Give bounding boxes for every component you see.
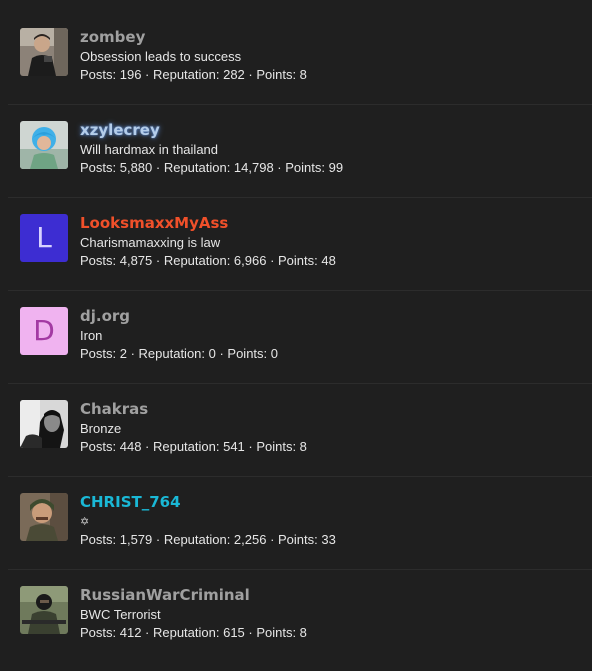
divider <box>8 104 592 105</box>
username-link[interactable]: zombey <box>80 28 307 47</box>
username-link[interactable]: dj.org <box>80 307 278 326</box>
member-row: CHRIST_764 ✡ Posts: 1,579 · Reputation: … <box>8 493 592 586</box>
avatar[interactable] <box>20 121 68 169</box>
user-title: Obsession leads to success <box>80 49 242 64</box>
avatar[interactable] <box>20 400 68 448</box>
username-link[interactable]: Chakras <box>80 400 307 419</box>
member-info: LooksmaxxMyAss Charismamaxxing is law Po… <box>80 214 336 270</box>
user-title: ✡ <box>80 516 90 528</box>
member-row: xzylecrey Will hardmax in thailand Posts… <box>8 121 592 214</box>
username-link[interactable]: xzylecrey <box>80 121 343 140</box>
member-list: zombey Obsession leads to success Posts:… <box>0 0 592 671</box>
user-stats: Posts: 1,579 · Reputation: 2,256 · Point… <box>80 532 336 547</box>
divider <box>8 569 592 570</box>
username-link[interactable]: LooksmaxxMyAss <box>80 214 336 233</box>
username-link[interactable]: CHRIST_764 <box>80 493 336 512</box>
avatar[interactable] <box>20 493 68 541</box>
avatar-letter: L <box>36 221 52 254</box>
avatar-letter: D <box>33 314 55 347</box>
avatar[interactable] <box>20 586 68 634</box>
user-stats: Posts: 2 · Reputation: 0 · Points: 0 <box>80 346 278 361</box>
divider <box>8 383 592 384</box>
member-row: D dj.org Iron Posts: 2 · Reputation: 0 ·… <box>8 307 592 400</box>
divider <box>8 476 592 477</box>
member-row: RussianWarCriminal BWC Terrorist Posts: … <box>8 586 592 671</box>
member-info: CHRIST_764 ✡ Posts: 1,579 · Reputation: … <box>80 493 336 549</box>
member-row: Chakras Bronze Posts: 448 · Reputation: … <box>8 400 592 493</box>
user-title: Iron <box>80 328 103 343</box>
user-stats: Posts: 412 · Reputation: 615 · Points: 8 <box>80 625 307 640</box>
divider <box>8 290 592 291</box>
avatar[interactable] <box>20 28 68 76</box>
user-title: Will hardmax in thailand <box>80 142 219 157</box>
avatar[interactable]: D <box>20 307 68 355</box>
user-title: Bronze <box>80 421 122 436</box>
member-info: Chakras Bronze Posts: 448 · Reputation: … <box>80 400 307 456</box>
user-title: BWC Terrorist <box>80 607 161 622</box>
member-info: xzylecrey Will hardmax in thailand Posts… <box>80 121 343 177</box>
username-link[interactable]: RussianWarCriminal <box>80 586 307 605</box>
member-info: zombey Obsession leads to success Posts:… <box>80 28 307 84</box>
user-stats: Posts: 196 · Reputation: 282 · Points: 8 <box>80 67 307 82</box>
member-row: zombey Obsession leads to success Posts:… <box>8 28 592 121</box>
user-stats: Posts: 448 · Reputation: 541 · Points: 8 <box>80 439 307 454</box>
member-info: RussianWarCriminal BWC Terrorist Posts: … <box>80 586 307 642</box>
divider <box>8 197 592 198</box>
user-stats: Posts: 5,880 · Reputation: 14,798 · Poin… <box>80 160 344 175</box>
avatar[interactable]: L <box>20 214 68 262</box>
member-info: dj.org Iron Posts: 2 · Reputation: 0 · P… <box>80 307 278 363</box>
user-stats: Posts: 4,875 · Reputation: 6,966 · Point… <box>80 253 336 268</box>
user-title: Charismamaxxing is law <box>80 235 221 250</box>
member-row: L LooksmaxxMyAss Charismamaxxing is law … <box>8 214 592 307</box>
